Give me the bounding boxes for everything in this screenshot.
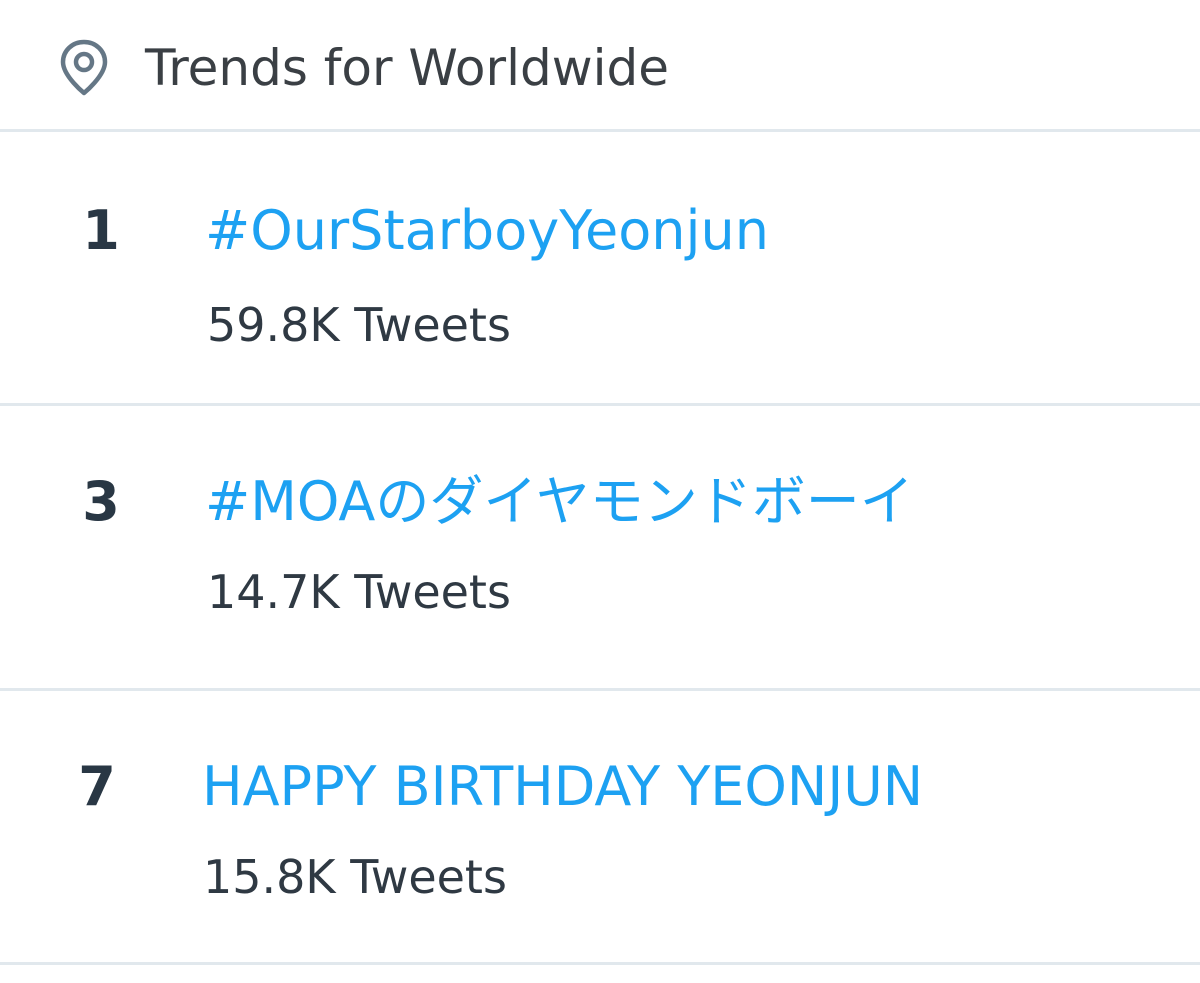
tweet-count: 59.8K Tweets (207, 298, 511, 352)
trend-link[interactable]: #MOAのダイヤモンドボーイ (205, 467, 914, 537)
trend-item[interactable]: 7 HAPPY BIRTHDAY YEONJUN 15.8K Tweets (0, 691, 1200, 965)
trend-rank: 7 (78, 755, 116, 818)
trend-rank: 3 (82, 470, 120, 533)
trend-link[interactable]: #OurStarboyYeonjun (205, 196, 769, 266)
tweet-count: 15.8K Tweets (203, 850, 507, 904)
trends-panel: Trends for Worldwide 1 #OurStarboyYeonju… (0, 0, 1200, 983)
tweet-count: 14.7K Tweets (207, 565, 511, 619)
header-title: Trends for Worldwide (145, 39, 669, 97)
trend-item[interactable]: 3 #MOAのダイヤモンドボーイ 14.7K Tweets (0, 406, 1200, 691)
trend-link[interactable]: HAPPY BIRTHDAY YEONJUN (202, 752, 923, 822)
trend-item[interactable]: 1 #OurStarboyYeonjun 59.8K Tweets (0, 135, 1200, 406)
trends-header: Trends for Worldwide (0, 0, 1200, 132)
trend-rank: 1 (82, 199, 120, 262)
location-pin-icon (58, 38, 110, 98)
